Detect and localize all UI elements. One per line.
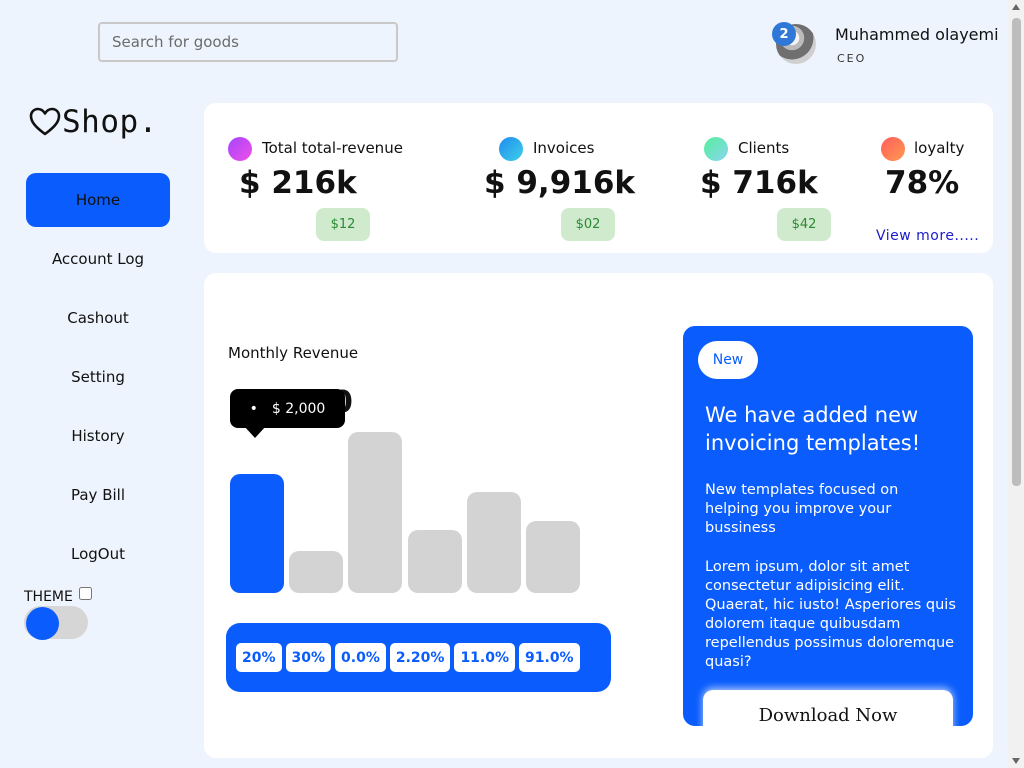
- promo-subtitle: New templates focused on helping you imp…: [705, 482, 899, 536]
- chart-bar[interactable]: [230, 474, 284, 593]
- sidebar-item-history[interactable]: History: [26, 409, 170, 463]
- percentage-chip[interactable]: 30%: [285, 643, 332, 672]
- new-badge: New: [698, 341, 758, 379]
- heart-icon: [29, 107, 61, 136]
- stat-label: loyalty: [914, 139, 965, 157]
- logo: Shop.: [28, 104, 158, 140]
- sidebar-item-cashout[interactable]: Cashout: [26, 291, 170, 345]
- notification-badge[interactable]: 2: [772, 22, 796, 46]
- theme-control: THEME: [24, 586, 92, 640]
- promo-card: New We have added new invoicing template…: [683, 326, 973, 726]
- stat-change-badge: $02: [561, 208, 615, 241]
- sidebar-item-setting[interactable]: Setting: [26, 350, 170, 404]
- user-profile[interactable]: 2 Muhammed olayemi CEO: [772, 22, 1002, 72]
- view-more-link[interactable]: View more.....: [876, 228, 979, 244]
- stat-value: $ 716k: [700, 165, 818, 201]
- chart-tooltip-text: $ 2,000: [271, 400, 326, 417]
- sidebar-item-pay-bill[interactable]: Pay Bill: [26, 468, 170, 522]
- chart-tooltip: $ 2,000: [230, 389, 345, 438]
- chart-bar[interactable]: [289, 551, 343, 593]
- percentage-chip[interactable]: 0.0%: [335, 643, 386, 672]
- percentage-chip[interactable]: 20%: [236, 643, 282, 672]
- stat-dot-icon: [228, 137, 252, 161]
- profile-role: CEO: [837, 52, 867, 65]
- stat-dot-icon: [881, 137, 905, 161]
- main-card: Monthly Revenue 0 $ 2,000 20% 30% 0.0% 2…: [204, 273, 993, 758]
- sidebar-item-logout[interactable]: LogOut: [26, 527, 170, 581]
- scroll-up-arrow-icon[interactable]: [1012, 4, 1020, 10]
- profile-name: Muhammed olayemi: [835, 25, 999, 44]
- scrollbar-thumb[interactable]: [1012, 18, 1021, 486]
- stat-change-badge: $42: [777, 208, 831, 241]
- percentage-chip[interactable]: 91.0%: [519, 643, 580, 672]
- stat-label: Total total-revenue: [262, 139, 403, 157]
- chart-title: Monthly Revenue: [228, 344, 359, 362]
- promo-body: Lorem ipsum, dolor sit amet consectetur …: [705, 559, 956, 670]
- download-now-button[interactable]: Download Now: [703, 690, 953, 740]
- search-input[interactable]: [98, 22, 398, 62]
- theme-label: THEME: [24, 589, 73, 605]
- stat-change-badge: $12: [316, 208, 370, 241]
- percentage-chip[interactable]: 11.0%: [454, 643, 516, 672]
- scroll-down-arrow-icon[interactable]: [1012, 758, 1020, 764]
- stat-value: $ 9,916k: [484, 165, 636, 201]
- promo-title: We have added new invoicing templates!: [705, 403, 921, 455]
- theme-checkbox[interactable]: [78, 587, 92, 600]
- chart-bar[interactable]: [408, 530, 462, 593]
- stat-dot-icon: [704, 137, 728, 161]
- chart-bar[interactable]: [348, 432, 402, 593]
- logo-text: Shop.: [62, 104, 158, 140]
- chart-bar[interactable]: [526, 521, 580, 593]
- stat-dot-icon: [499, 137, 523, 161]
- stats-card: Total total-revenue $ 216k $12 Invoices …: [204, 103, 993, 253]
- stat-label: Clients: [738, 139, 790, 157]
- theme-toggle-knob[interactable]: [26, 607, 59, 640]
- percentage-chip[interactable]: 2.20%: [389, 643, 451, 672]
- stat-value: $ 216k: [239, 165, 357, 201]
- sidebar-nav: Home Account Log Cashout Setting History…: [26, 173, 170, 586]
- stat-value: 78%: [885, 165, 960, 201]
- page-scrollbar[interactable]: [1008, 0, 1024, 768]
- percentage-strip: 20% 30% 0.0% 2.20% 11.0% 91.0%: [226, 623, 611, 692]
- chart-bar[interactable]: [467, 492, 521, 593]
- sidebar-item-account-log[interactable]: Account Log: [26, 232, 170, 286]
- stat-label: Invoices: [533, 139, 595, 157]
- sidebar-item-home[interactable]: Home: [26, 173, 170, 227]
- theme-toggle[interactable]: [24, 606, 88, 640]
